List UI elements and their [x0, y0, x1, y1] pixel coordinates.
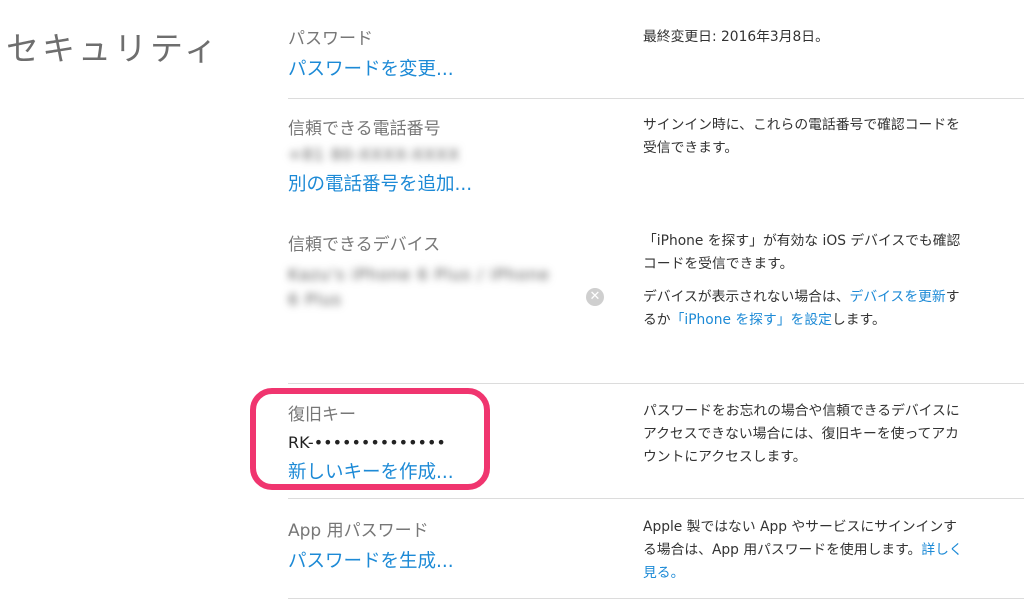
- device-list: Kazu's iPhone 6 Plus / iPhone 6 Plus: [288, 265, 598, 309]
- divider: [288, 498, 1024, 499]
- trusted-phone-row: 信頼できる電話番号 +81 80-XXXX-XXXX 別の電話番号を追加... …: [288, 114, 1024, 196]
- divider: [288, 383, 1024, 384]
- divider: [288, 598, 1024, 599]
- section-title: セキュリティ: [6, 29, 221, 68]
- app-password-desc: Apple 製ではない App やサービスにサインインする場合は、App 用パス…: [643, 516, 968, 585]
- device-name: 6 Plus: [288, 290, 342, 309]
- change-password-link[interactable]: パスワードを変更...: [288, 55, 1024, 81]
- trusted-devices-desc: 「iPhone を探す」が有効な iOS デバイスでも確認コードを受信できます。…: [643, 230, 968, 332]
- highlight-frame: [250, 388, 490, 490]
- phone-number: +81 80-XXXX-XXXX: [288, 145, 461, 164]
- remove-device-icon[interactable]: ✕: [586, 288, 604, 306]
- setup-find-iphone-link[interactable]: 「iPhone を探す」を設定: [671, 312, 832, 328]
- password-last-changed: 最終変更日: 2016年3月8日。: [643, 29, 829, 45]
- add-phone-link[interactable]: 別の電話番号を追加...: [288, 170, 1024, 196]
- update-devices-link[interactable]: デバイスを更新: [850, 289, 946, 305]
- password-row: パスワード パスワードを変更... 最終変更日: 2016年3月8日。: [288, 24, 1024, 81]
- desc-text: Apple 製ではない App やサービスにサインインする場合は、App 用パス…: [643, 519, 957, 558]
- trusted-devices-desc-1: 「iPhone を探す」が有効な iOS デバイスでも確認コードを受信できます。: [643, 233, 961, 272]
- desc-text: デバイスが表示されない場合は、: [643, 289, 850, 305]
- desc-text: します。: [831, 312, 886, 328]
- divider: [288, 98, 1024, 99]
- trusted-phone-desc: サインイン時に、これらの電話番号で確認コードを受信できます。: [643, 117, 960, 156]
- trusted-devices-desc-2: デバイスが表示されない場合は、デバイスを更新するか「iPhone を探す」を設定…: [643, 286, 968, 332]
- device-name: Kazu's iPhone 6 Plus / iPhone: [288, 265, 550, 284]
- trusted-devices-row: 信頼できるデバイス Kazu's iPhone 6 Plus / iPhone …: [288, 230, 1024, 328]
- app-password-row: App 用パスワード パスワードを生成... Apple 製ではない App や…: [288, 516, 1024, 581]
- recovery-key-desc: パスワードをお忘れの場合や信頼できるデバイスにアクセスできない場合には、復旧キー…: [643, 403, 960, 465]
